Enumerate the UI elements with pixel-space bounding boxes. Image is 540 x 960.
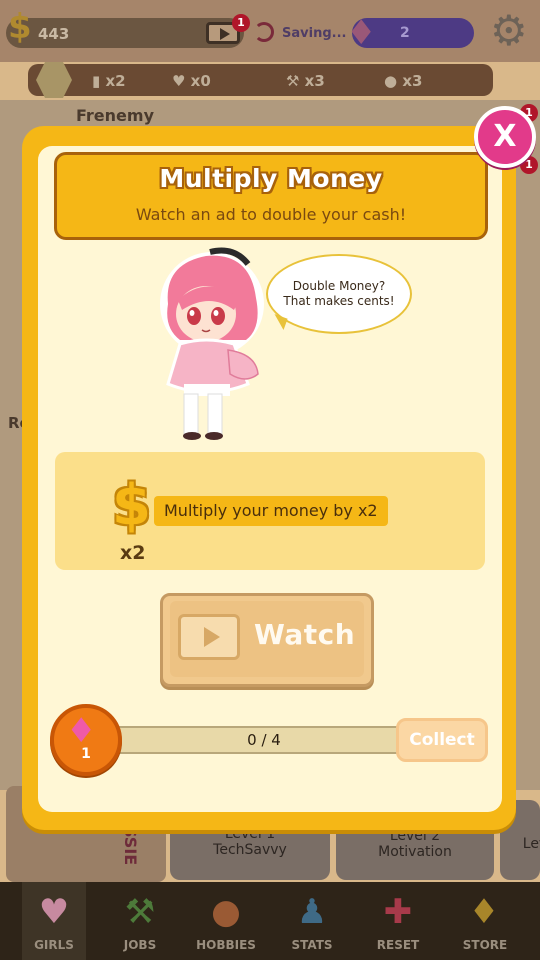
stat-token: ▮ x2: [92, 72, 126, 90]
tab-reset-label: RESET: [376, 938, 420, 952]
dialog-title: Multiply Money: [159, 164, 383, 193]
skill-card-2-level: Level 2: [389, 828, 441, 844]
ball-icon: ●: [211, 892, 241, 932]
speech-line-1: Double Money?: [292, 279, 386, 293]
tab-hobbies-label: HOBBIES: [196, 938, 256, 952]
gem-store-icon: ♦: [468, 892, 500, 932]
dollar-icon: $: [8, 7, 32, 47]
tab-jobs[interactable]: ⚒ JOBS: [108, 882, 172, 960]
skill-card-2-text: Level 2 Motivation: [336, 828, 494, 860]
girl-name: SSIE: [121, 826, 140, 866]
reset-cross-icon: ✚: [383, 892, 413, 932]
money-value: 443: [38, 25, 70, 43]
multiplier-description: Multiply your money by x2: [154, 496, 388, 526]
stat-ball-count: x3: [402, 72, 423, 90]
close-button[interactable]: X: [474, 106, 536, 168]
dollar-icon: $: [112, 473, 151, 538]
watch-label: Watch: [254, 618, 356, 651]
speech-line-2: That makes cents!: [283, 294, 395, 308]
gem-value: 2: [400, 25, 410, 41]
ad-progress-text: 0 / 4: [247, 731, 281, 749]
gem-icon: ♦: [66, 711, 97, 751]
stat-shovel: ⚒ x3: [286, 72, 325, 90]
hearts-icon: ♥: [38, 892, 70, 932]
stat-hearts-count: x0: [190, 72, 211, 90]
person-icon: ♟: [296, 892, 328, 932]
skill-card-1-text: Level 1 TechSavvy: [170, 826, 330, 858]
skill-card-3-level: Lev: [522, 836, 540, 852]
stat-token-count: x2: [105, 72, 126, 90]
frenemy-label: Frenemy: [76, 106, 154, 125]
speech-text: Double Money? That makes cents!: [270, 279, 408, 309]
stat-hearts: ♥ x0: [172, 72, 211, 90]
tab-stats[interactable]: ♟ STATS: [280, 882, 344, 960]
skill-card-1-name: TechSavvy: [213, 842, 287, 858]
video-play-icon: [178, 614, 240, 660]
stat-shovel-count: x3: [304, 72, 325, 90]
skill-card-2-name: Motivation: [378, 844, 452, 860]
dialog-subtitle: Watch an ad to double your cash!: [135, 205, 407, 224]
tab-jobs-label: JOBS: [123, 938, 157, 952]
tab-stats-label: STATS: [291, 938, 333, 952]
video-badge: 1: [232, 14, 250, 32]
tab-hobbies[interactable]: ● HOBBIES: [194, 882, 258, 960]
saving-status: Saving...: [282, 26, 347, 41]
tab-girls[interactable]: ♥ GIRLS: [22, 882, 86, 960]
gem-icon: ♦: [346, 13, 377, 53]
gem-reward-count: 1: [81, 746, 91, 762]
tab-girls-label: GIRLS: [34, 938, 74, 952]
shovel-icon: ⚒: [124, 892, 156, 932]
tab-store[interactable]: ♦ STORE: [452, 882, 518, 960]
saving-spinner-icon: [254, 22, 274, 42]
gear-icon[interactable]: ⚙: [490, 10, 528, 52]
collect-button[interactable]: Collect: [396, 718, 488, 762]
tab-reset[interactable]: ✚ RESET: [366, 882, 430, 960]
stat-ball: ● x3: [384, 72, 423, 90]
multiplier-icon-label: x2: [120, 542, 146, 564]
chibi-girl-character: [160, 247, 264, 440]
tab-store-label: STORE: [462, 938, 508, 952]
